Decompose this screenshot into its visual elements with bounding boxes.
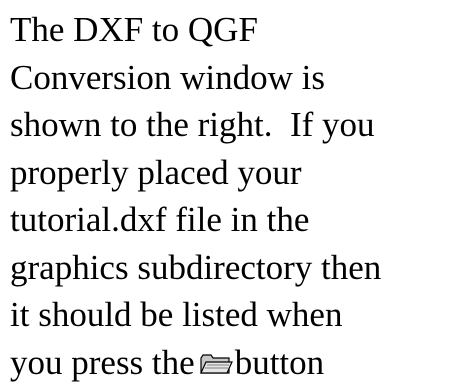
- paragraph-line-8-text: you press the: [10, 342, 195, 382]
- paragraph-line-3: shown to the right. If you: [10, 105, 375, 144]
- document-body: The DXF to QGF Conversion window is show…: [10, 6, 470, 386]
- paragraph-line-8-after: button: [234, 342, 325, 382]
- paragraph-line-1: The DXF to QGF: [10, 10, 258, 49]
- paragraph-line-2: Conversion window is: [10, 57, 325, 97]
- paragraph-line-5: tutorial.dxf file in the: [10, 200, 310, 239]
- open-folder-icon: [199, 352, 233, 376]
- paragraph-line-8: you press the button: [10, 339, 470, 386]
- paragraph-line-7: it should be listed when: [10, 295, 343, 334]
- paragraph-line-4: properly placed your: [10, 152, 302, 192]
- paragraph-line-6: graphics subdirectory then: [10, 247, 382, 287]
